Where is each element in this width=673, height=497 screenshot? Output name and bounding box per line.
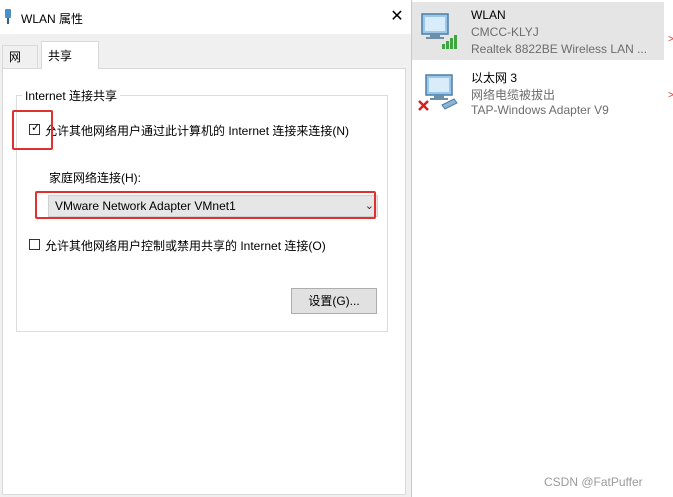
- home-network-value: VMware Network Adapter VMnet1: [55, 199, 236, 213]
- checkmark-icon: ✓: [31, 122, 41, 134]
- wlan-properties-dialog: WLAN 属性 ✕ 网络 共享 Internet 连接共享 ✓ 允许其他网络用户…: [0, 0, 411, 497]
- dialog-title: WLAN 属性: [21, 12, 84, 26]
- allow-control-label[interactable]: 允许其他网络用户控制或禁用共享的 Internet 连接(O): [45, 237, 326, 254]
- tab-network[interactable]: 网络: [2, 45, 38, 87]
- allow-share-label[interactable]: 允许其他网络用户通过此计算机的 Internet 连接来连接(N): [45, 122, 349, 139]
- connection-status: CMCC-KLYJ: [471, 25, 539, 39]
- connection-adapter: Realtek 8822BE Wireless LAN ...: [471, 42, 648, 56]
- home-network-label: 家庭网络连接(H):: [49, 171, 141, 185]
- ethernet-disconnected-icon: [418, 74, 458, 111]
- settings-button[interactable]: 设置(G)...: [291, 288, 377, 314]
- titlebar: WLAN 属性 ✕: [0, 0, 411, 34]
- connection-adapter: TAP-Windows Adapter V9: [471, 103, 609, 117]
- network-plug-icon: [5, 9, 11, 24]
- allow-control-checkbox[interactable]: [29, 239, 40, 250]
- connection-name: 以太网 3: [471, 71, 518, 85]
- allow-share-checkbox[interactable]: ✓: [29, 122, 41, 135]
- connection-item-ethernet[interactable]: 以太网 3 网络电缆被拔出 TAP-Windows Adapter V9: [412, 63, 664, 121]
- close-button[interactable]: ✕: [387, 7, 407, 27]
- chevron-down-icon: ⌄: [364, 200, 374, 212]
- tab-sharing[interactable]: 共享: [41, 41, 99, 69]
- edge-mark: >: [668, 90, 673, 101]
- group-title: Internet 连接共享: [22, 87, 121, 104]
- connection-item-wlan[interactable]: WLAN CMCC-KLYJ Realtek 8822BE Wireless L…: [412, 2, 664, 60]
- connection-name: WLAN: [471, 8, 506, 22]
- edge-mark: >: [668, 34, 673, 45]
- home-network-select[interactable]: VMware Network Adapter VMnet1 ⌄: [48, 195, 378, 217]
- connection-status: 网络电缆被拔出: [471, 88, 556, 102]
- wifi-adapter-icon: [421, 13, 457, 49]
- watermark: CSDN @FatPuffer: [544, 475, 643, 489]
